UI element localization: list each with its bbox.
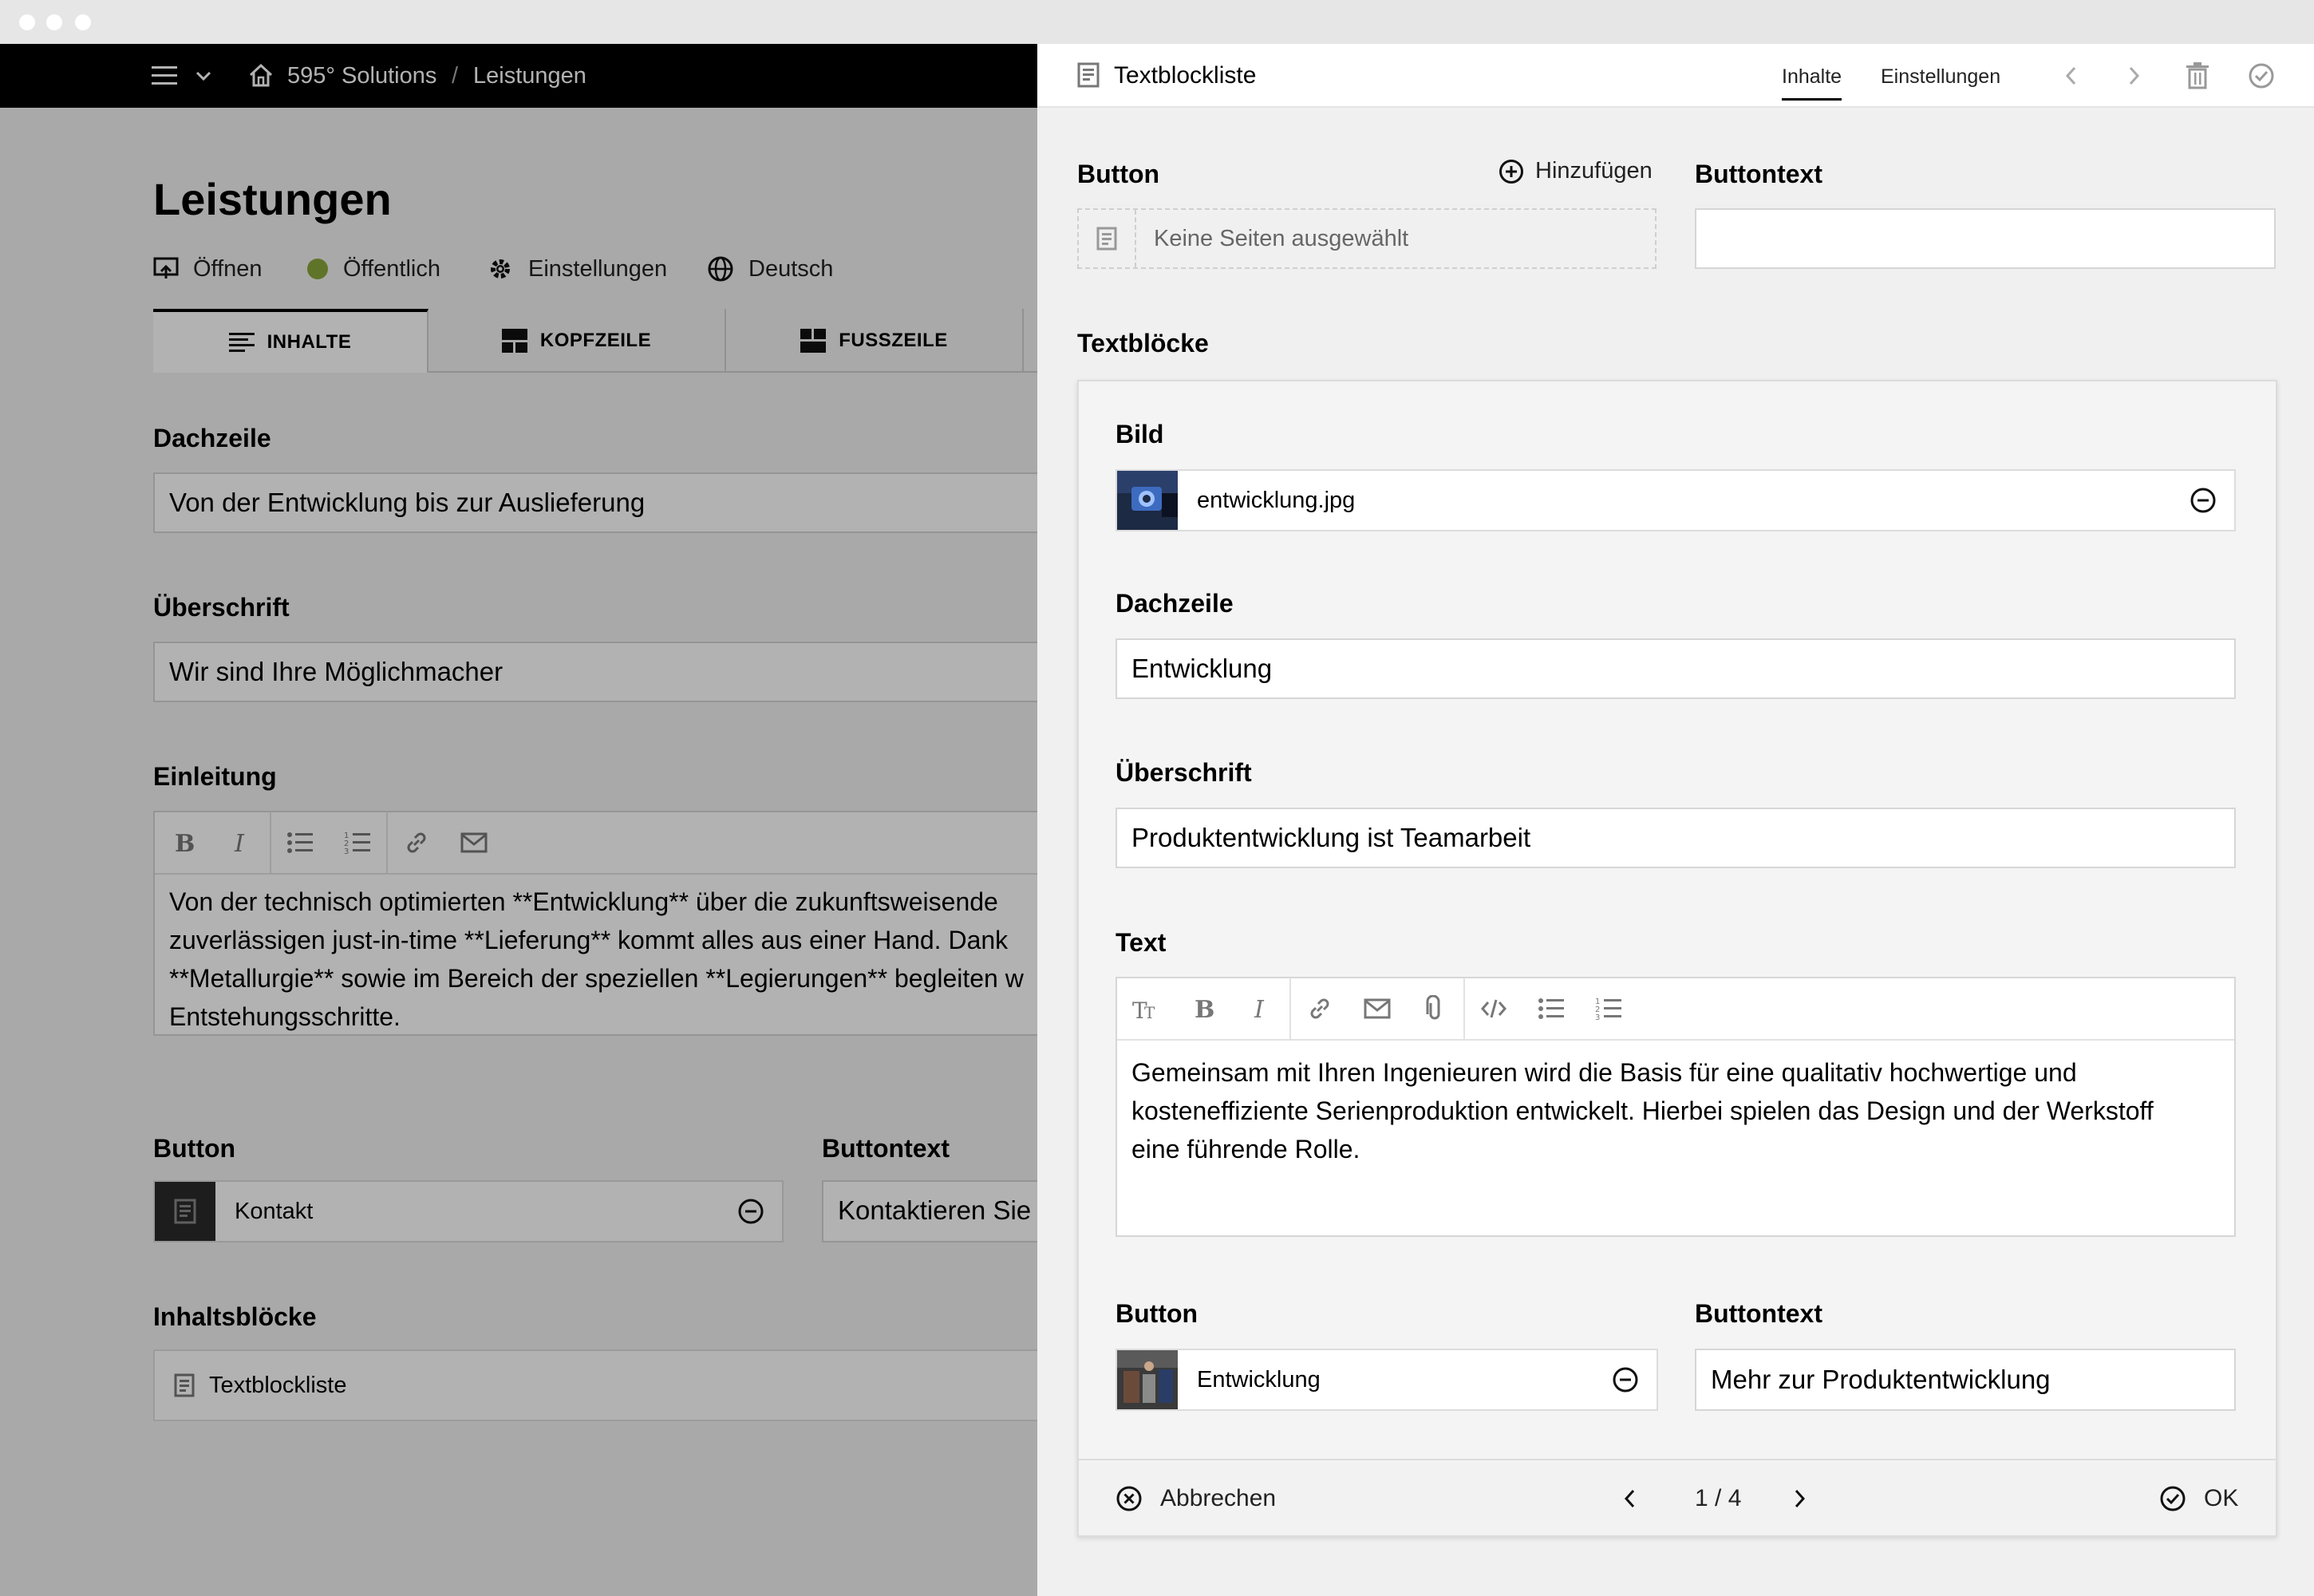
textbloecke-label: Textblöcke (1077, 329, 1209, 358)
block-button-label: Button (1116, 1299, 1198, 1328)
next-block-icon[interactable] (1792, 1460, 1807, 1537)
page-picker-empty[interactable]: Keine Seiten ausgewählt (1077, 208, 1657, 269)
block-text-content[interactable]: Gemeinsam mit Ihren Ingenieuren wird die… (1131, 1053, 2233, 1168)
document-icon (1077, 62, 1100, 88)
ok-label: OK (2204, 1485, 2239, 1511)
card-footer: Abbrechen 1 / 4 OK (1079, 1459, 2276, 1535)
svg-text:T: T (1144, 1003, 1155, 1021)
block-button-picker[interactable]: Entwicklung (1116, 1349, 1658, 1411)
add-button-label: Hinzufügen (1535, 158, 1653, 184)
ok-button[interactable]: OK (2159, 1460, 2238, 1537)
link-icon[interactable] (1291, 978, 1349, 1040)
block-ueberschrift-label: Überschrift (1116, 758, 1252, 787)
drawer-title: Textblockliste (1114, 62, 1257, 89)
drawer-buttontext-input[interactable] (1695, 208, 2276, 269)
svg-text:3: 3 (1595, 1013, 1600, 1021)
text-block-card: Bild entwicklung.jpg Dachzeile Entwicklu… (1077, 380, 2277, 1537)
block-buttontext-label: Buttontext (1695, 1299, 1822, 1328)
prev-block-icon[interactable] (1623, 1460, 1637, 1537)
window-maximize-dot[interactable] (75, 14, 91, 30)
chevron-right-icon[interactable] (2119, 61, 2148, 90)
cancel-label: Abbrechen (1160, 1485, 1277, 1511)
trash-icon[interactable] (2183, 61, 2212, 90)
remove-icon[interactable] (2190, 487, 2217, 514)
cancel-button[interactable]: Abbrechen (1116, 1460, 1276, 1537)
check-circle-icon[interactable] (2247, 61, 2276, 90)
pagination-label: 1 / 4 (1695, 1485, 1742, 1511)
window-minimize-dot[interactable] (46, 14, 62, 30)
mail-icon[interactable] (1349, 978, 1406, 1040)
add-button[interactable]: Hinzufügen (1499, 158, 1653, 184)
block-ueberschrift-input[interactable]: Produktentwicklung ist Teamarbeit (1116, 808, 2236, 868)
text-size-icon[interactable]: TT (1117, 978, 1175, 1040)
italic-icon[interactable]: I (1232, 978, 1289, 1040)
svg-text:I: I (1254, 996, 1265, 1021)
image-file-name: entwicklung.jpg (1197, 487, 1356, 513)
tab-inhalte-drawer[interactable]: Inhalte (1782, 65, 1842, 101)
attachment-icon[interactable] (1406, 978, 1463, 1040)
bullet-list-icon[interactable] (1522, 978, 1580, 1040)
cancel-circle-icon (1116, 1485, 1143, 1512)
block-dachzeile-label: Dachzeile (1116, 589, 1234, 618)
bild-label: Bild (1116, 420, 1164, 448)
image-thumbnail (1117, 471, 1178, 530)
remove-icon[interactable] (1612, 1366, 1639, 1393)
block-buttontext-input[interactable]: Mehr zur Produktentwicklung (1695, 1349, 2236, 1411)
chevron-left-icon[interactable] (2057, 61, 2086, 90)
drawer-buttontext-label: Buttontext (1695, 160, 1822, 188)
no-pages-text: Keine Seiten ausgewählt (1154, 225, 1409, 251)
drawer-button-label: Button (1077, 160, 1160, 188)
window-close-dot[interactable] (19, 14, 35, 30)
image-picker[interactable]: entwicklung.jpg (1116, 469, 2236, 531)
numbered-list-icon[interactable]: 123 (1580, 978, 1637, 1040)
block-text-toolbar: TT B I 123 (1117, 978, 2234, 1041)
block-text-label: Text (1116, 928, 1167, 957)
bold-icon[interactable]: B (1175, 978, 1232, 1040)
document-icon (1079, 210, 1136, 267)
page-thumbnail (1117, 1350, 1178, 1409)
svg-text:B: B (1195, 996, 1214, 1021)
modal-backdrop[interactable] (0, 44, 1037, 1596)
block-button-page-name: Entwicklung (1197, 1366, 1321, 1393)
tab-einstellungen-drawer[interactable]: Einstellungen (1881, 65, 2000, 89)
plus-circle-icon (1499, 159, 1524, 184)
window-titlebar (0, 0, 2314, 44)
drawer-header: Textblockliste Inhalte Einstellungen (1037, 44, 2314, 108)
block-dachzeile-input[interactable]: Entwicklung (1116, 638, 2236, 699)
block-text-editor[interactable]: TT B I 123 Gemeinsam mit Ihren Ingenieur… (1116, 977, 2236, 1237)
code-icon[interactable] (1465, 978, 1522, 1040)
check-circle-icon (2159, 1485, 2186, 1512)
